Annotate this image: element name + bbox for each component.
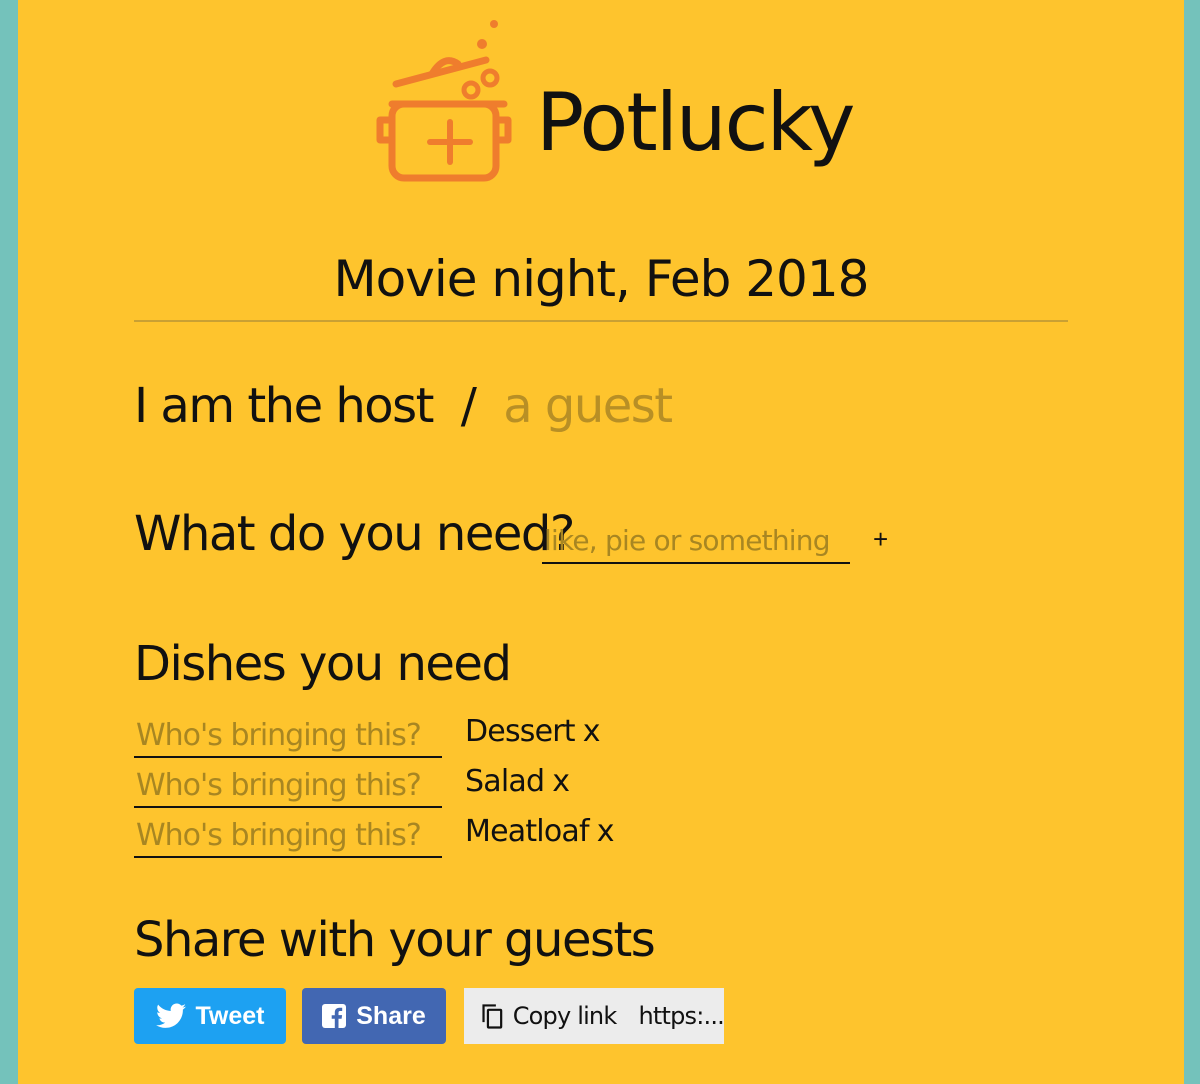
dish-row: Dessertx (134, 714, 834, 760)
copy-icon (482, 1004, 503, 1029)
copy-link-button[interactable]: Copy link https:... (464, 988, 724, 1044)
role-selector: I am the host / a guest (134, 378, 673, 434)
add-dish-button[interactable]: + (873, 524, 888, 555)
bringer-input[interactable] (134, 814, 442, 858)
dishes-title: Dishes you need (134, 636, 512, 692)
copy-link-label: Copy link (512, 1002, 618, 1030)
need-label: What do you need? (134, 506, 575, 562)
dish-item: Dessert x (465, 714, 601, 749)
dish-row: Saladx (134, 764, 834, 810)
dish-item: Meatloaf x (465, 814, 615, 849)
twitter-icon (155, 1003, 186, 1028)
remove-dish-button[interactable]: x (597, 814, 615, 849)
tweet-button[interactable]: Tweet (134, 988, 286, 1044)
app-name: Potlucky (536, 76, 855, 169)
dish-item: Salad x (465, 764, 570, 799)
guest-option[interactable]: a guest (503, 378, 673, 434)
dish-name: Dessert (465, 714, 576, 749)
dish-input[interactable] (542, 518, 850, 564)
facebook-icon (322, 1004, 347, 1028)
bringer-input[interactable] (134, 714, 442, 758)
role-separator: / (460, 378, 477, 434)
host-option[interactable]: I am the host (134, 378, 435, 434)
dish-name: Salad (465, 764, 545, 799)
dish-name: Meatloaf (465, 814, 590, 849)
logo: Potlucky (358, 14, 878, 194)
pot-icon (376, 20, 512, 182)
facebook-share-label: Share (356, 1001, 426, 1030)
dish-row: Meatloafx (134, 814, 834, 860)
tweet-label: Tweet (195, 1001, 265, 1030)
facebook-share-button[interactable]: Share (302, 988, 446, 1044)
remove-dish-button[interactable]: x (552, 764, 570, 799)
app-panel: Potlucky Movie night, Feb 2018 I am the … (18, 0, 1184, 1084)
bringer-input[interactable] (134, 764, 442, 808)
remove-dish-button[interactable]: x (583, 714, 601, 749)
divider (134, 320, 1068, 322)
share-url: https:... (638, 1002, 724, 1030)
event-title: Movie night, Feb 2018 (333, 250, 870, 308)
share-title: Share with your guests (134, 912, 656, 968)
